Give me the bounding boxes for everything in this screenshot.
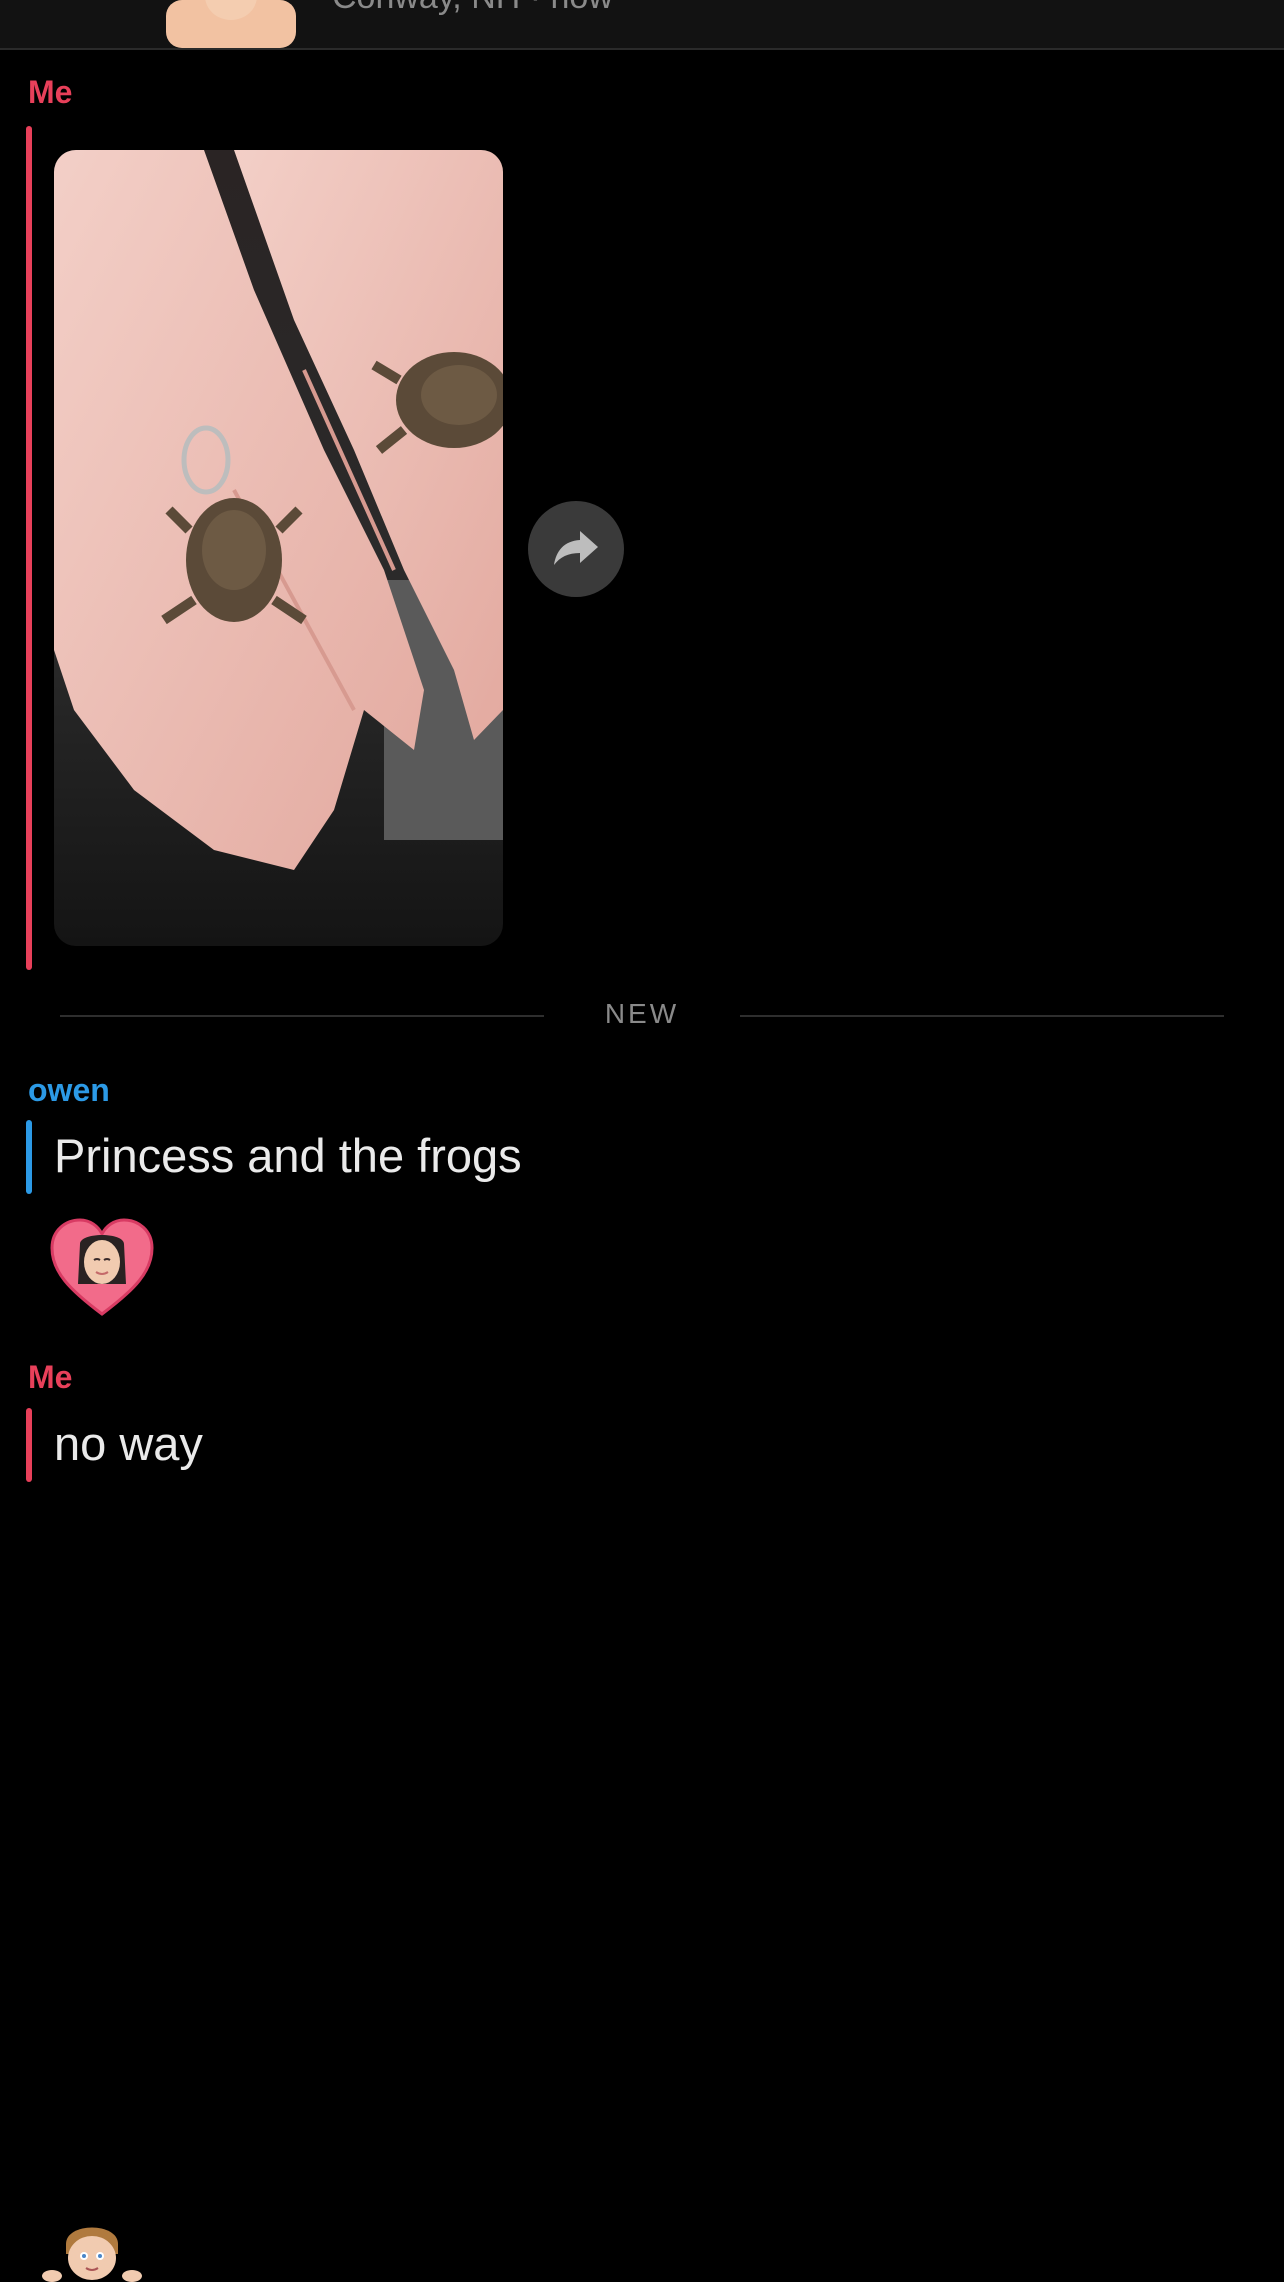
share-button[interactable] (528, 501, 624, 597)
chat-header: Conway, NH · now (0, 0, 1284, 50)
new-messages-divider: NEW (604, 998, 680, 1029)
sender-name-owen: owen (28, 1072, 110, 1108)
chat-screen: Conway, NH · now Me (0, 0, 1284, 2282)
sender-name-me: Me (28, 74, 73, 110)
message-bar-me (26, 126, 32, 970)
photo-message-frogs[interactable] (54, 150, 503, 946)
message-text[interactable]: no way (54, 1416, 203, 1471)
message-text[interactable]: Princess and the frogs (54, 1128, 522, 1183)
friend-bitmoji-avatar[interactable] (156, 0, 306, 48)
message-bar-me (26, 1408, 32, 1482)
share-arrow-icon (552, 527, 600, 572)
heart-bitmoji-reaction-icon[interactable] (50, 1218, 154, 1316)
sender-name-me: Me (28, 1359, 73, 1395)
header-subtitle: Conway, NH · now (332, 0, 613, 17)
message-bar-owen (26, 1120, 32, 1194)
bitmoji-avatar-icon (42, 2214, 142, 2282)
divider-line-right (740, 1015, 1224, 1017)
divider-line-left (60, 1015, 544, 1017)
